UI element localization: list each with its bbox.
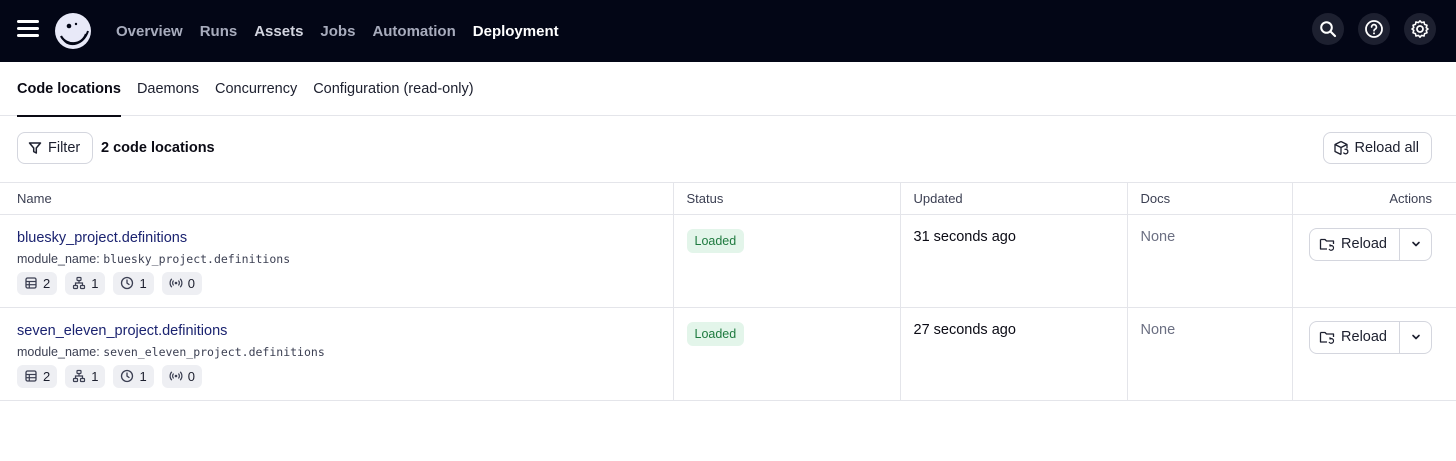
nav-automation[interactable]: Automation <box>372 23 455 40</box>
header-name: Name <box>0 183 674 215</box>
code-location-link[interactable]: seven_eleven_project.definitions <box>17 323 227 339</box>
nav-deployment[interactable]: Deployment <box>473 23 559 40</box>
reload-options-dropdown[interactable] <box>1400 320 1432 354</box>
table-header-row: Name Status Updated Docs Actions <box>0 183 1456 215</box>
header-docs: Docs <box>1127 183 1293 215</box>
nav-assets[interactable]: Assets <box>254 23 303 40</box>
tab-concurrency[interactable]: Concurrency <box>215 62 297 116</box>
chevron-down-icon <box>1411 334 1420 340</box>
reload-label: Reload <box>1341 329 1387 345</box>
updated-time: 31 seconds ago <box>913 228 1016 245</box>
cell-name: seven_eleven_project.definitions module_… <box>0 307 674 401</box>
toolbar: Filter 2 code locations Reload all <box>0 116 1456 183</box>
module-name-line: module_name: seven_eleven_project.defini… <box>17 345 660 359</box>
cell-status: Loaded <box>673 214 901 308</box>
header-actions: Actions <box>1292 183 1456 215</box>
module-label: module_name: <box>17 344 100 359</box>
nav-overview[interactable]: Overview <box>116 23 183 40</box>
code-locations-table: Name Status Updated Docs Actions bluesky… <box>0 183 1456 401</box>
definition-chips: 2 1 1 0 <box>17 364 660 388</box>
tab-configuration[interactable]: Configuration (read-only) <box>313 62 473 116</box>
reload-all-button[interactable]: Reload all <box>1322 132 1432 164</box>
main-nav: Overview Runs Assets Jobs Automation Dep… <box>116 0 559 62</box>
cell-status: Loaded <box>673 307 901 401</box>
header-status: Status <box>673 183 901 215</box>
cell-actions: Reload <box>1292 214 1456 308</box>
cell-name: bluesky_project.definitions module_name:… <box>0 214 674 308</box>
reload-all-label: Reload all <box>1354 140 1420 156</box>
nav-runs[interactable]: Runs <box>200 23 238 40</box>
module-label: module_name: <box>17 251 100 266</box>
code-location-link[interactable]: bluesky_project.definitions <box>17 230 187 246</box>
assets-count: 2 <box>43 275 51 291</box>
sensors-chip[interactable]: 0 <box>161 271 202 295</box>
sensors-count: 0 <box>187 368 195 384</box>
jobs-chip[interactable]: 1 <box>65 364 106 388</box>
folder-reload-icon <box>1319 238 1335 251</box>
schedules-count: 1 <box>139 275 147 291</box>
sensor-icon <box>169 278 183 288</box>
assets-chip[interactable]: 2 <box>17 364 58 388</box>
docs-value: None <box>1140 321 1176 338</box>
reload-split-button: Reload <box>1306 227 1432 261</box>
module-value: bluesky_project.definitions <box>103 251 291 266</box>
schedules-count: 1 <box>139 368 147 384</box>
cell-docs: None <box>1127 307 1293 401</box>
filter-label: Filter <box>48 140 81 156</box>
job-tree-icon <box>73 276 86 290</box>
status-badge: Loaded <box>686 321 745 346</box>
gear-icon[interactable] <box>1404 13 1436 45</box>
deployment-tabs: Code locations Daemons Concurrency Confi… <box>0 62 1456 117</box>
status-badge: Loaded <box>686 228 745 253</box>
cell-actions: Reload <box>1292 307 1456 401</box>
sensors-count: 0 <box>187 275 195 291</box>
nav-jobs[interactable]: Jobs <box>320 23 355 40</box>
schedules-chip[interactable]: 1 <box>113 364 154 388</box>
reload-button[interactable]: Reload <box>1309 227 1400 261</box>
top-nav-bar: Overview Runs Assets Jobs Automation Dep… <box>0 0 1456 62</box>
module-name-line: module_name: bluesky_project.definitions <box>17 252 660 266</box>
menu-icon[interactable] <box>17 20 39 38</box>
table-row: seven_eleven_project.definitions module_… <box>0 307 1456 401</box>
table-icon <box>25 277 37 289</box>
module-value: seven_eleven_project.definitions <box>103 344 325 359</box>
cell-updated: 31 seconds ago <box>900 214 1128 308</box>
sensor-icon <box>169 371 183 381</box>
reload-button[interactable]: Reload <box>1309 320 1400 354</box>
reload-label: Reload <box>1341 236 1387 252</box>
definition-chips: 2 1 1 0 <box>17 271 660 295</box>
jobs-count: 1 <box>91 275 99 291</box>
search-icon[interactable] <box>1312 13 1344 45</box>
docs-value: None <box>1140 228 1176 245</box>
code-location-count: 2 code locations <box>101 140 215 156</box>
filter-icon <box>28 142 42 154</box>
tab-daemons[interactable]: Daemons <box>137 62 199 116</box>
jobs-count: 1 <box>91 368 99 384</box>
updated-time: 27 seconds ago <box>913 321 1016 338</box>
reload-split-button: Reload <box>1306 320 1432 354</box>
clock-icon <box>121 369 134 383</box>
clock-icon <box>121 276 134 290</box>
top-right-actions <box>1312 13 1436 45</box>
sensors-chip[interactable]: 0 <box>161 364 202 388</box>
table-row: bluesky_project.definitions module_name:… <box>0 214 1456 308</box>
reload-options-dropdown[interactable] <box>1400 227 1432 261</box>
cell-docs: None <box>1127 214 1293 308</box>
tab-code-locations[interactable]: Code locations <box>17 62 121 117</box>
table-icon <box>25 370 37 382</box>
filter-button[interactable]: Filter <box>17 132 94 164</box>
header-updated: Updated <box>900 183 1128 215</box>
chevron-down-icon <box>1411 241 1420 247</box>
reload-cube-icon <box>1333 140 1349 156</box>
assets-count: 2 <box>43 368 51 384</box>
cell-updated: 27 seconds ago <box>900 307 1128 401</box>
help-icon[interactable] <box>1358 13 1390 45</box>
jobs-chip[interactable]: 1 <box>65 271 106 295</box>
assets-chip[interactable]: 2 <box>17 271 58 295</box>
job-tree-icon <box>73 369 86 383</box>
dagster-logo-icon[interactable] <box>54 12 92 50</box>
folder-reload-icon <box>1319 331 1335 344</box>
schedules-chip[interactable]: 1 <box>113 271 154 295</box>
